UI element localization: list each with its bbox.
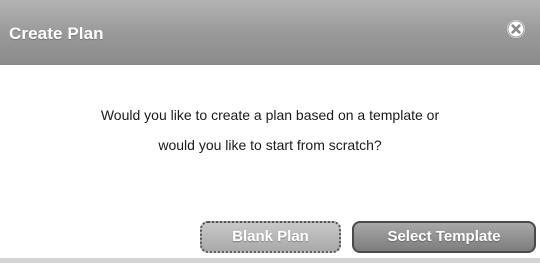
close-icon[interactable]: [507, 20, 525, 38]
select-template-button[interactable]: Select Template: [352, 221, 536, 253]
dialog-message: Would you like to create a plan based on…: [0, 100, 540, 160]
dialog-title: Create Plan: [9, 24, 104, 43]
dialog-footer-bar: [0, 258, 540, 263]
create-plan-dialog: Create Plan Would you like to create a p…: [0, 0, 540, 263]
message-line-1: Would you like to create a plan based on…: [100, 107, 440, 123]
blank-plan-button[interactable]: Blank Plan: [200, 221, 341, 253]
message-line-2: would you like to start from scratch?: [158, 137, 382, 153]
dialog-titlebar: Create Plan: [0, 0, 540, 65]
